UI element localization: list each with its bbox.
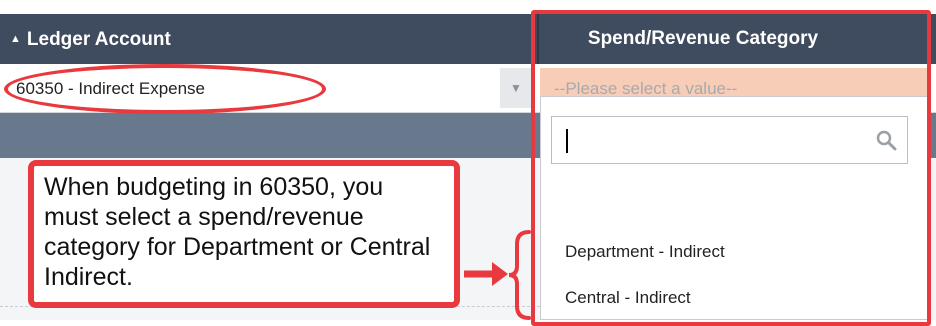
- callout-box: When budgeting in 60350, you must select…: [28, 160, 460, 308]
- highlight-rectangle: [531, 10, 931, 326]
- arrow-right-icon: [464, 262, 508, 286]
- sort-ascending-icon: ▲: [10, 33, 21, 45]
- ledger-account-header[interactable]: ▲ Ledger Account: [10, 14, 171, 64]
- highlight-ellipse: [4, 64, 326, 114]
- ledger-account-label: Ledger Account: [26, 29, 171, 50]
- curly-brace-icon: [508, 230, 531, 320]
- chevron-down-icon[interactable]: ▼: [500, 68, 532, 108]
